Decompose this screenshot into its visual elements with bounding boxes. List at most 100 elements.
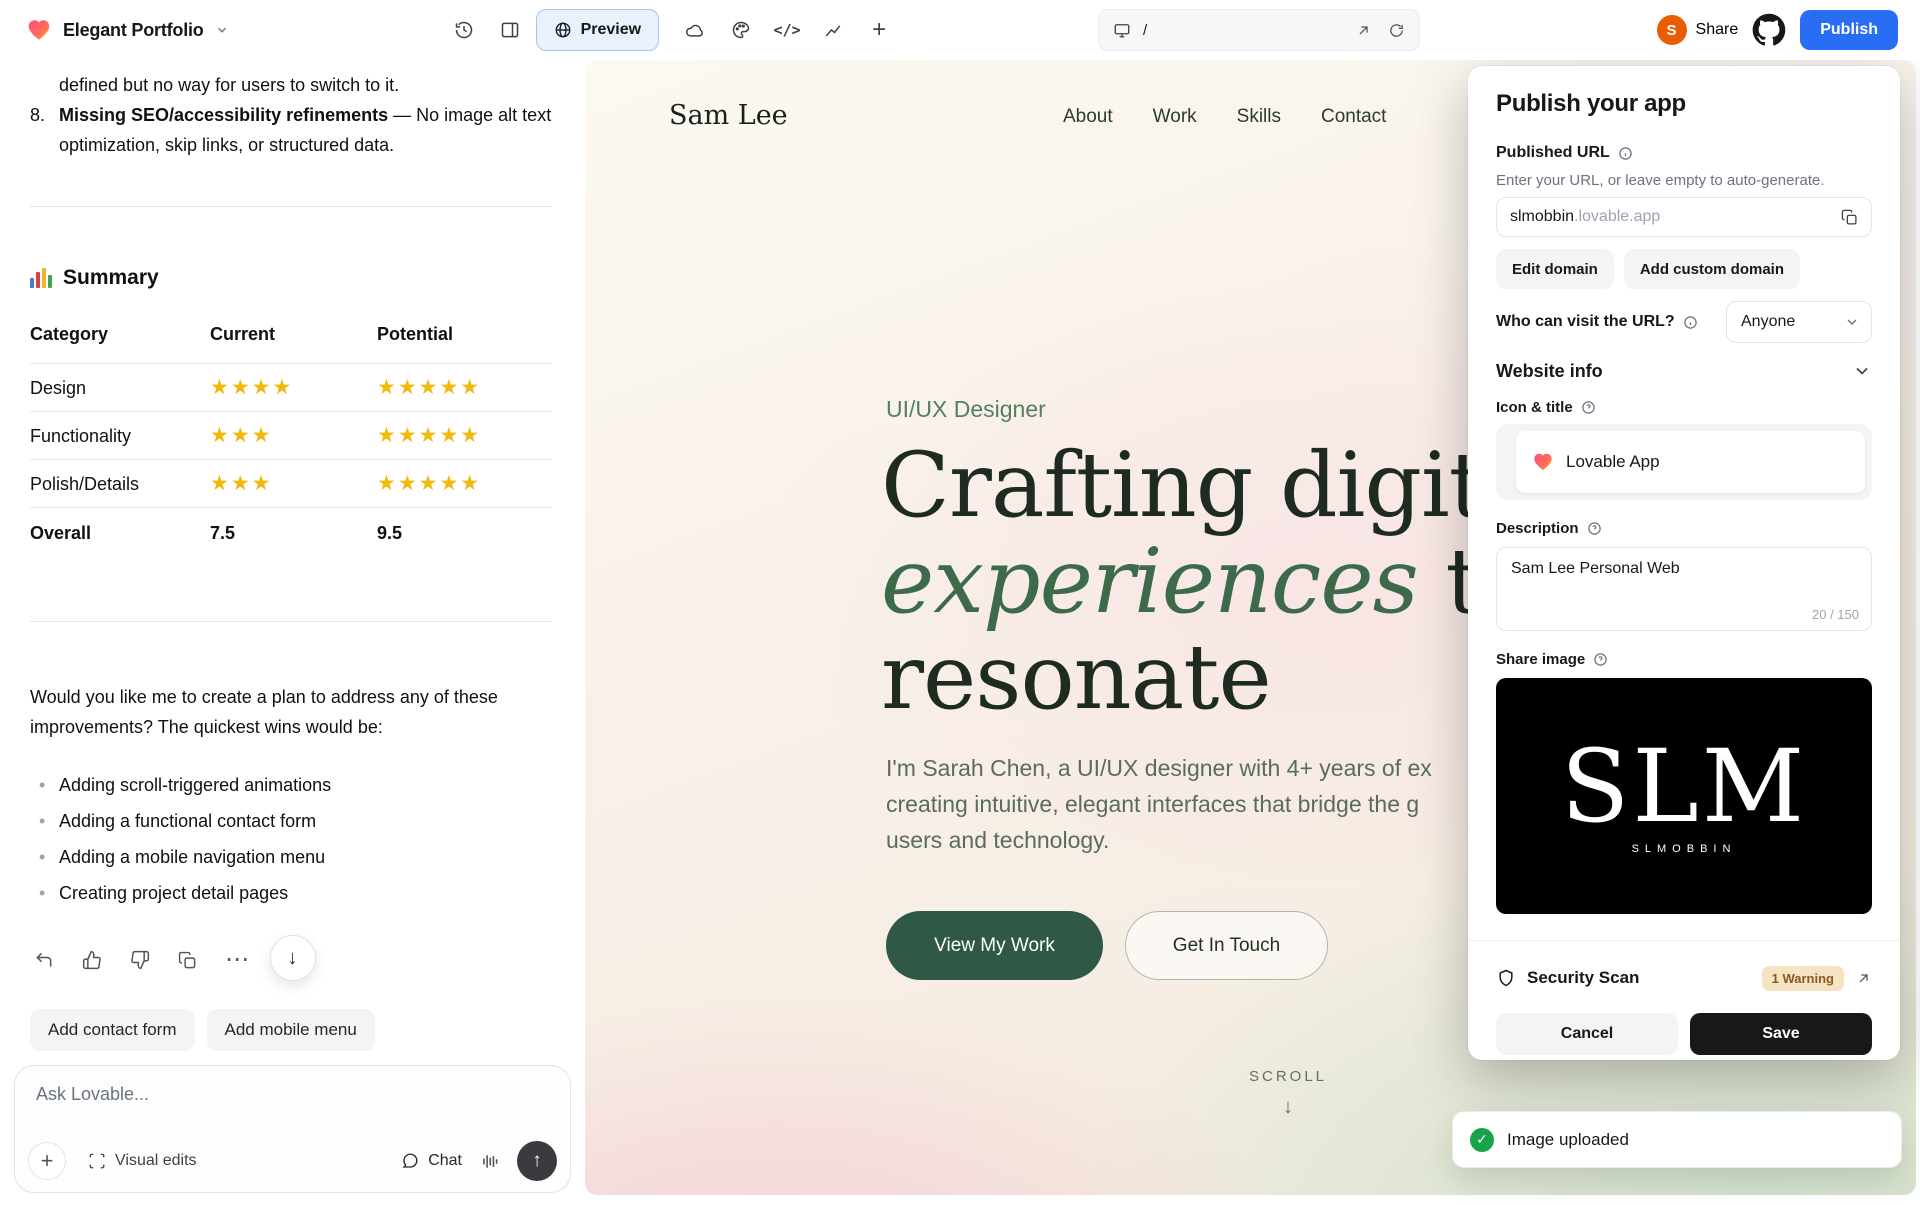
chat-panel: defined but no way for users to switch t… — [0, 60, 585, 1205]
visibility-label: Who can visit the URL? — [1496, 313, 1698, 331]
open-security-scan-button[interactable] — [1855, 970, 1872, 987]
url-hint: Enter your URL, or leave empty to auto-g… — [1496, 172, 1825, 189]
summary-table-rows: Design ★★★★ ★★★★★ Functionality ★★★ ★★★★★ Poli… — [30, 363, 552, 507]
scroll-to-bottom-button[interactable]: ↓ — [269, 935, 316, 981]
copy-button[interactable] — [178, 951, 197, 970]
project-name: Elegant Portfolio — [63, 19, 204, 40]
get-in-touch-button[interactable]: Get In Touch — [1125, 911, 1328, 980]
copy-icon — [178, 951, 196, 968]
preview-button[interactable]: Preview — [535, 9, 660, 51]
box-select-icon — [89, 1153, 105, 1169]
list-item-bold: Missing SEO/accessibility refinements — [59, 105, 389, 125]
chat-message: defined but no way for users to switch t… — [0, 60, 585, 972]
description-textarea[interactable]: Sam Lee Personal Web 20 / 150 — [1496, 547, 1872, 631]
website-info-section[interactable]: Website info — [1496, 359, 1872, 383]
chat-input[interactable]: Ask Lovable... + Visual edits Chat ↑ — [14, 1065, 571, 1193]
topbar-tools: Preview </> + — [444, 9, 899, 51]
undo-icon — [36, 952, 52, 967]
icon-title-picker[interactable]: Lovable App — [1496, 424, 1872, 500]
save-button[interactable]: Save — [1690, 1013, 1872, 1055]
edit-domain-button[interactable]: Edit domain — [1496, 249, 1614, 289]
globe-icon — [555, 22, 571, 38]
topbar: Elegant Portfolio Preview </> + / S Shar… — [0, 0, 1920, 60]
external-link-icon — [1859, 973, 1868, 982]
nav-link-contact[interactable]: Contact — [1321, 106, 1386, 128]
cancel-button[interactable]: Cancel — [1496, 1013, 1678, 1055]
topbar-right: S Share Publish — [1656, 10, 1898, 50]
copy-url-button[interactable] — [1841, 209, 1858, 226]
arrow-up-icon: ↑ — [532, 1150, 542, 1171]
analytics-button[interactable] — [813, 10, 853, 50]
panel-toggle-button[interactable] — [490, 10, 530, 50]
chat-input-controls: + Visual edits Chat ↑ — [28, 1141, 557, 1181]
chat-bubble-icon — [402, 1153, 418, 1168]
cloud-button[interactable] — [675, 10, 715, 50]
thumbs-up-icon — [82, 950, 101, 970]
voice-input-button[interactable] — [480, 1152, 499, 1171]
list-item: Creating project detail pages — [30, 878, 555, 908]
hero-heading: Crafting digita experiences th resonate — [881, 438, 1539, 726]
code-icon: </> — [773, 21, 801, 39]
divider — [30, 621, 552, 622]
domain-buttons: Edit domain Add custom domain — [1496, 249, 1872, 289]
scroll-indicator-label: SCROLL — [1248, 1068, 1328, 1085]
share-image-label: Share image — [1496, 651, 1872, 668]
column-header: Current — [210, 324, 276, 344]
heading-line: experiences th — [881, 529, 1539, 634]
view-my-work-button[interactable]: View My Work — [886, 911, 1103, 980]
refresh-button[interactable] — [1388, 22, 1405, 39]
published-url-input[interactable]: slmobbin .lovable.app — [1496, 197, 1872, 237]
github-button[interactable] — [1752, 13, 1786, 47]
suggestion-chip[interactable]: Add contact form — [30, 1009, 195, 1051]
thumbs-up-button[interactable] — [82, 950, 102, 970]
url-bar[interactable]: / — [1098, 9, 1420, 51]
help-icon — [1587, 522, 1601, 535]
collapse-button[interactable] — [1852, 361, 1872, 381]
icon-title-card: Lovable App — [1516, 431, 1865, 493]
security-scan-row[interactable]: Security Scan 1 Warning — [1496, 963, 1872, 993]
url-suffix: .lovable.app — [1574, 208, 1661, 225]
chevron-down-icon — [1847, 319, 1857, 325]
table-cell: Polish/Details — [30, 473, 140, 494]
open-in-new-tab-button[interactable] — [1355, 22, 1372, 39]
theme-button[interactable] — [721, 10, 761, 50]
attach-button[interactable]: + — [28, 1142, 66, 1180]
nav-link-about[interactable]: About — [1063, 106, 1113, 128]
chat-mode-button[interactable]: Chat — [401, 1152, 462, 1170]
nav-link-skills[interactable]: Skills — [1237, 106, 1281, 128]
toast-notification: ✓ Image uploaded — [1452, 1111, 1902, 1168]
visual-edits-button[interactable]: Visual edits — [76, 1142, 209, 1180]
thumbs-down-button[interactable] — [130, 950, 150, 970]
table-cell: 9.5 — [377, 522, 403, 543]
list-item-text: Missing SEO/accessibility refinements — … — [59, 100, 555, 160]
chevron-down-icon — [217, 27, 226, 33]
waveform-icon — [483, 1154, 498, 1168]
list-number: 8. — [30, 105, 46, 125]
add-custom-domain-button[interactable]: Add custom domain — [1623, 249, 1801, 289]
undo-button[interactable] — [34, 950, 54, 970]
suggestion-chip[interactable]: Add mobile menu — [206, 1009, 375, 1051]
send-button[interactable]: ↑ — [517, 1141, 557, 1181]
share-button[interactable]: S Share — [1656, 15, 1738, 45]
visibility-value: Anyone — [1741, 313, 1796, 330]
summary-heading: Summary — [30, 263, 555, 293]
publish-button[interactable]: Publish — [1800, 10, 1898, 50]
add-button[interactable]: + — [859, 10, 899, 50]
nav-link-work[interactable]: Work — [1153, 106, 1197, 128]
workspace-menu[interactable]: Elegant Portfolio — [26, 17, 229, 43]
column-header: Potential — [377, 324, 454, 344]
share-image-preview[interactable]: SLM SLMOBBIN — [1496, 678, 1872, 914]
role-label: UI/UX Designer — [886, 396, 1046, 422]
visibility-select[interactable]: Anyone — [1726, 301, 1872, 343]
history-button[interactable] — [444, 10, 484, 50]
history-icon — [455, 21, 472, 39]
site-logo[interactable]: Sam Lee — [669, 100, 788, 131]
share-image-subtext: SLMOBBIN — [1631, 843, 1737, 855]
help-icon — [1594, 653, 1607, 666]
summary-table-header: Category Current Potential — [30, 311, 552, 363]
more-button[interactable]: ⋯ — [225, 948, 249, 972]
shield-icon — [1499, 969, 1513, 987]
refresh-icon — [1390, 23, 1403, 37]
arrow-down-icon: ↓ — [1283, 1096, 1293, 1118]
code-view-button[interactable]: </> — [767, 10, 807, 50]
